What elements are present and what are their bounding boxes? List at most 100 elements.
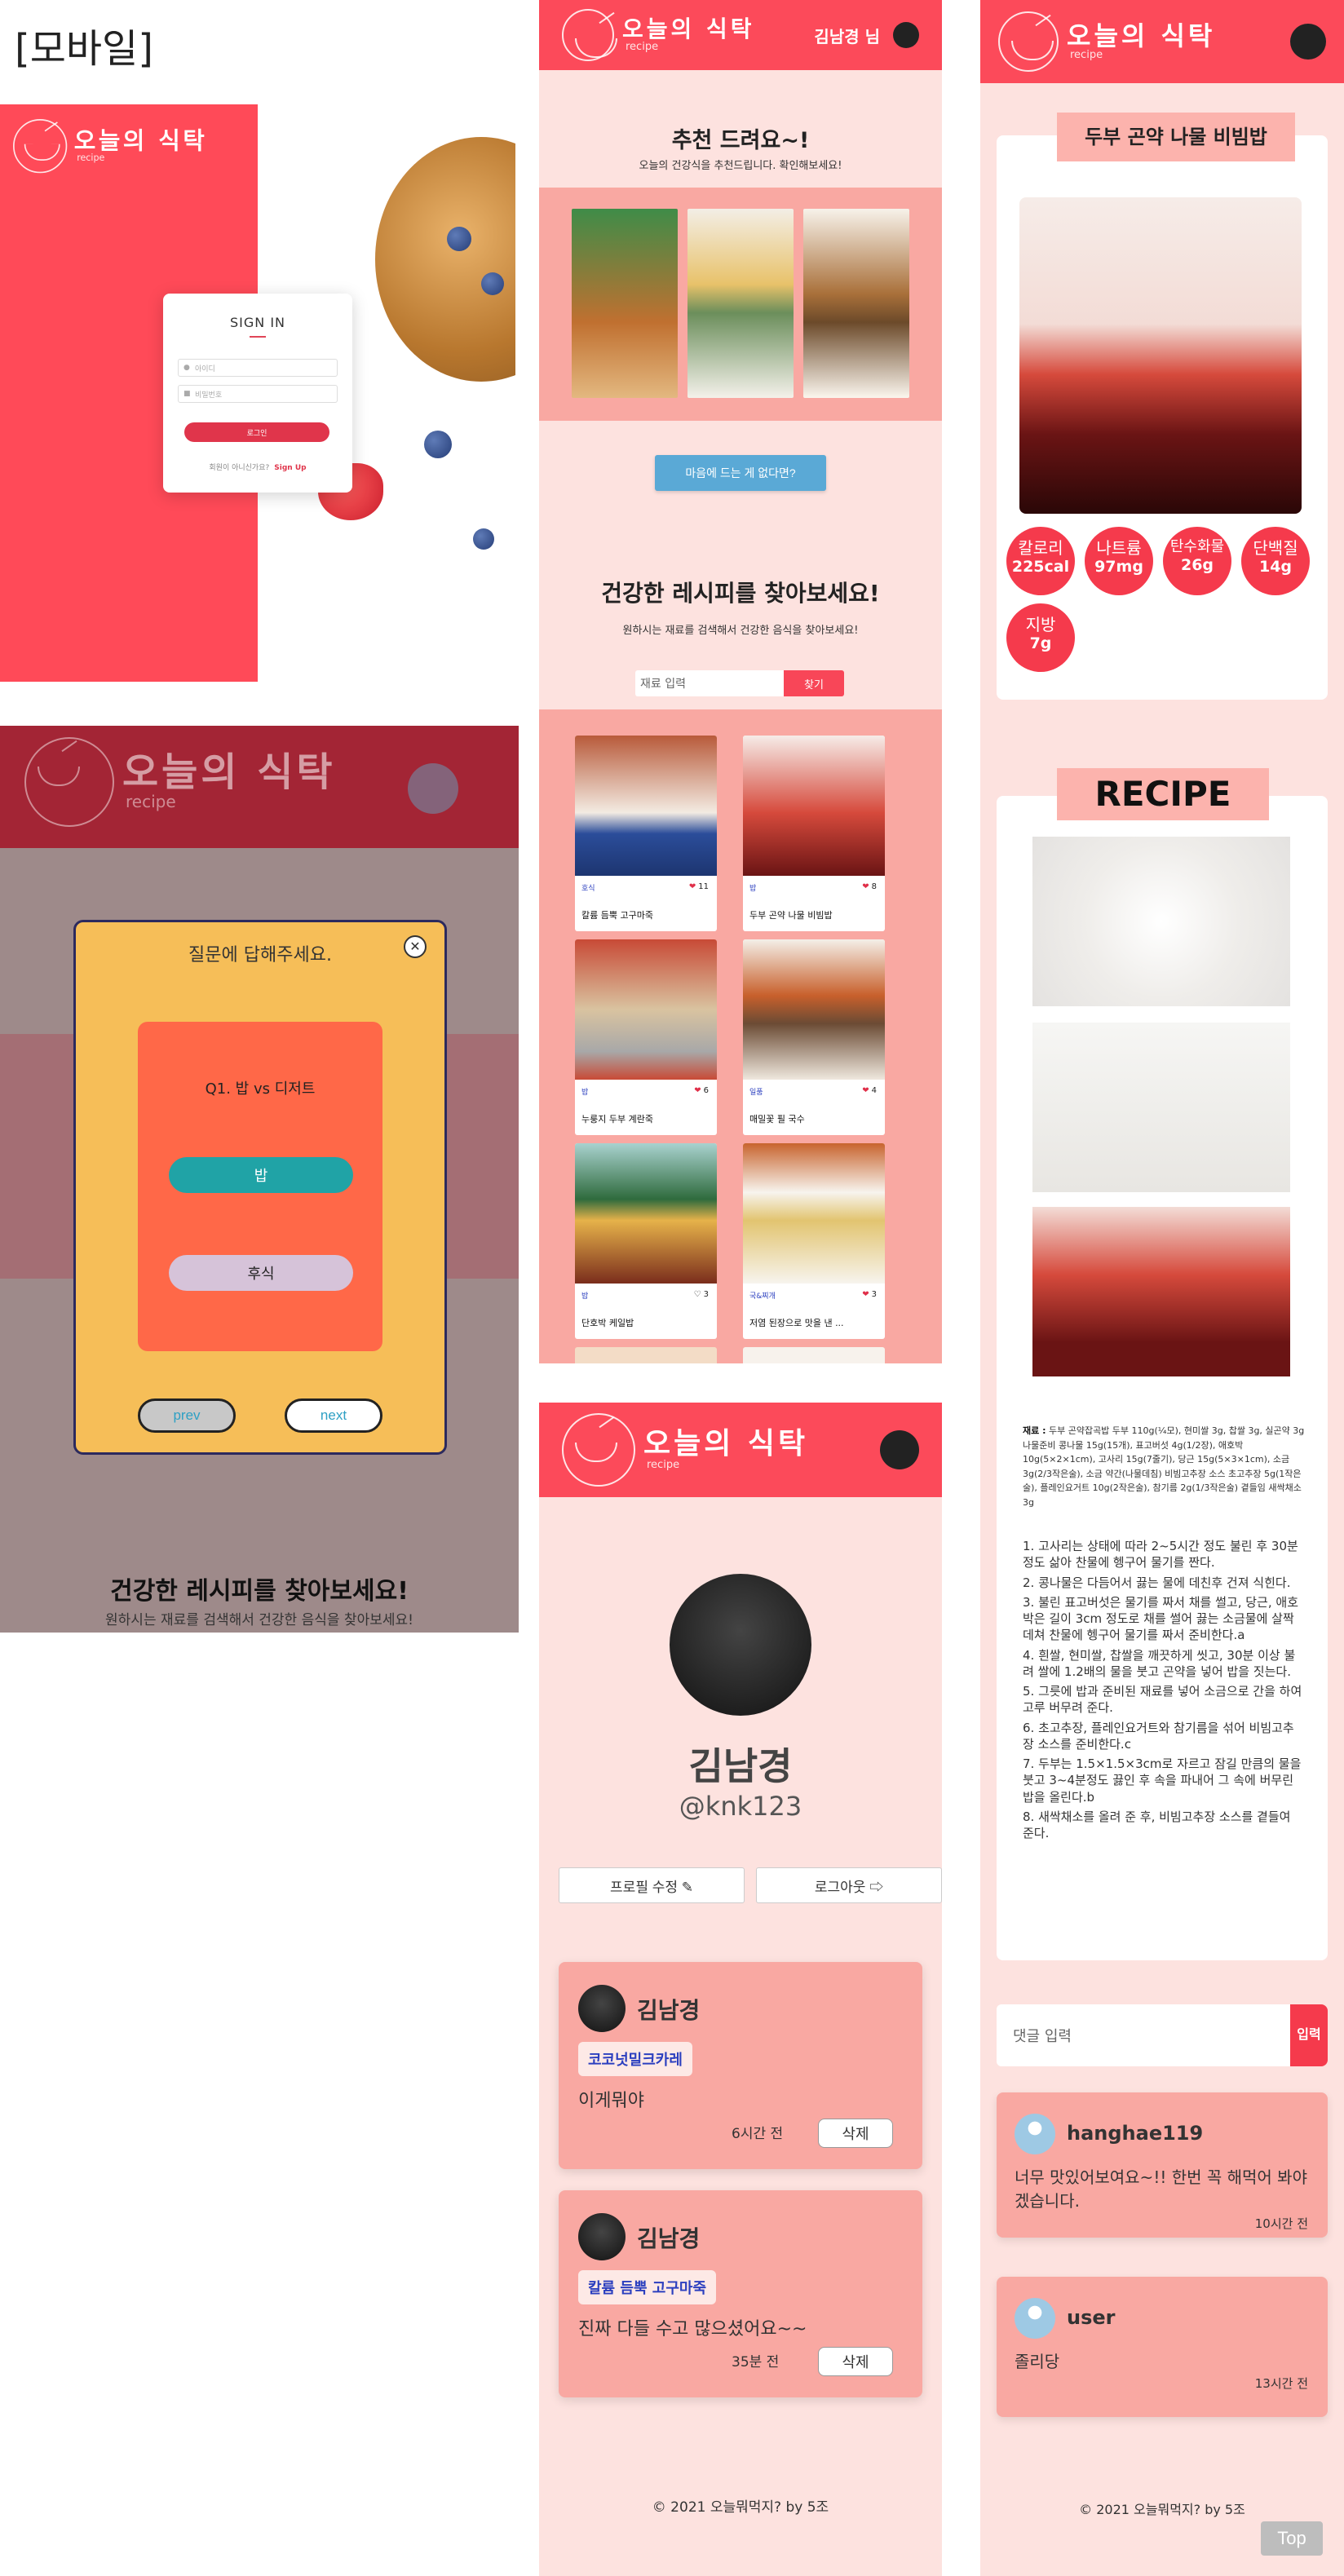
step-item: 3. 불린 표고버섯은 물기를 짜서 채를 썰고, 당근, 애호박은 길이 3c…	[1023, 1594, 1298, 1643]
brand-logo[interactable]: 오늘의 식탁 recipe	[998, 11, 1215, 72]
close-icon[interactable]: ✕	[404, 935, 427, 958]
section-label: [모바일]	[15, 26, 153, 72]
brand-sub: recipe	[626, 40, 659, 53]
recipe-tag[interactable]: 칼륨 듬뿍 고구마죽	[578, 2270, 717, 2304]
brand-logo[interactable]: 오늘의 식탁 recipe	[562, 1413, 808, 1487]
like-count[interactable]: ♡ 3	[694, 1290, 709, 1299]
comment-submit-button[interactable]: 입력	[1290, 2004, 1328, 2066]
reroll-button[interactable]: 마음에 드는 게 없다면?	[655, 455, 826, 491]
blueberry-image	[473, 528, 494, 550]
recipe-summary-card: 두부 곤약 나물 비빔밥 칼로리 225cal 나트륨 97mg 탄수화물 26g 단…	[997, 113, 1328, 700]
option-rice-button[interactable]: 밥	[169, 1157, 353, 1193]
heart-icon: ❤	[694, 1086, 701, 1095]
recipe-title: 두부 곤약 나물 비빔밥	[1057, 113, 1295, 161]
login-card: SIGN IN ● 아이디 ■ 비밀번호 로그인 회원이 아니신가요? Sign …	[163, 294, 352, 493]
like-count[interactable]: ❤ 3	[862, 1290, 877, 1299]
id-input[interactable]: ● 아이디	[178, 359, 338, 377]
next-button[interactable]: next	[285, 1398, 382, 1433]
user-menu[interactable]: 김남경 님	[814, 22, 919, 48]
ingredient-search-input[interactable]: 재료 입력	[635, 670, 784, 696]
question-text: Q1. 밥 vs 디저트	[205, 1080, 316, 1098]
recommend-carousel	[539, 188, 942, 421]
brand-sub: recipe	[647, 1458, 680, 1471]
comment-item: hanghae119 너무 맛있어보여요~!! 한번 꼭 해먹어 봐야겠습니다.…	[997, 2092, 1328, 2238]
comment-text: 너무 맛있어보여요~!! 한번 꼭 해먹어 봐야겠습니다.	[1015, 2167, 1307, 2211]
header: 오늘의 식탁 recipe 김남경 님	[539, 0, 942, 70]
brand-title: 오늘의 식탁	[643, 1426, 809, 1460]
signup-link[interactable]: Sign Up	[274, 464, 306, 472]
recipe-card[interactable]: 호식 ❤ 11 칼륨 듬뿍 고구마죽	[575, 736, 717, 931]
recipe-steps-card: RECIPE 재료 : 두부 곤약잡곡밥 두부 110g(¼모), 현미쌀 3g…	[997, 768, 1328, 1960]
logout-button[interactable]: 로그아웃 ⇨	[756, 1867, 942, 1903]
like-count[interactable]: ❤ 8	[862, 882, 877, 891]
like-count[interactable]: ❤ 11	[689, 882, 709, 891]
recipe-card[interactable]: 밥 ❤ 6 누룽지 두부 계란죽	[575, 939, 717, 1135]
recipe-image	[743, 939, 885, 1080]
like-count[interactable]: ❤ 6	[694, 1086, 709, 1095]
blueberry-image	[481, 272, 504, 295]
heart-outline-icon: ♡	[693, 1290, 701, 1299]
recipe-card[interactable]: 일품 ❤ 4 매밀꽃 필 국수	[743, 939, 885, 1135]
main-screen: 오늘의 식탁 recipe 김남경 님 추천 드려요~! 오늘의 건강식을 추천…	[539, 0, 942, 1363]
behind-heading: 건강한 레시피를 찾아보세요!	[110, 1577, 409, 1606]
recipe-name: 매밀꽃 필 국수	[749, 1114, 805, 1125]
recipe-category: 호식	[581, 885, 595, 893]
delete-button[interactable]: 삭제	[818, 2347, 893, 2376]
recipe-card[interactable]	[743, 1347, 885, 1363]
question-card: Q1. 밥 vs 디저트 밥 후식	[138, 1022, 382, 1351]
footer: © 2021 오늘뭐먹지? by 5조	[652, 2499, 829, 2516]
brand-logo[interactable]: 오늘의 식탁 recipe	[13, 119, 208, 174]
bowl-icon	[13, 119, 68, 174]
recipe-tag[interactable]: 코코넛밀크카레	[578, 2042, 692, 2076]
recipe-card[interactable]: 밥 ❤ 8 두부 곤약 나물 비빔밥	[743, 736, 885, 931]
steps-list: 1. 고사리는 상태에 따라 2~5시간 정도 불린 후 30분 정도 삶아 찬…	[1023, 1538, 1305, 1845]
recipe-image	[575, 736, 717, 876]
like-count[interactable]: ❤ 4	[862, 1086, 877, 1095]
brand-sub: recipe	[1070, 48, 1103, 61]
comment-author: 김남경	[637, 2225, 701, 2252]
step-item: 7. 두부는 1.5×1.5×3cm로 자르고 잠길 만큼의 물을 붓고 3~4…	[1023, 1756, 1302, 1805]
heart-icon: ❤	[862, 1290, 869, 1299]
prev-button[interactable]: prev	[138, 1398, 236, 1433]
brand-logo[interactable]: 오늘의 식탁 recipe	[562, 9, 755, 61]
step-item: 1. 고사리는 상태에 따라 2~5시간 정도 불린 후 30분 정도 삶아 찬…	[1023, 1539, 1298, 1571]
delete-button[interactable]: 삭제	[818, 2119, 893, 2148]
avatar[interactable]	[893, 22, 919, 48]
recommend-image[interactable]	[687, 209, 794, 398]
profile-avatar	[670, 1574, 811, 1716]
login-button[interactable]: 로그인	[184, 422, 329, 442]
recipe-card[interactable]: 국&찌개 ❤ 3 저염 된장으로 맛을 낸 ...	[743, 1143, 885, 1339]
option-dessert-button[interactable]: 후식	[169, 1255, 353, 1291]
recipe-image	[743, 736, 885, 876]
recommend-image[interactable]	[572, 209, 678, 398]
step-item: 5. 그릇에 밥과 준비된 재료를 넣어 소금으로 간을 하여 고루 버무려 준…	[1023, 1684, 1302, 1716]
search-button[interactable]: 찾기	[784, 670, 844, 696]
recommend-image[interactable]	[803, 209, 909, 398]
avatar[interactable]	[1290, 24, 1326, 60]
my-comment: 김남경 코코넛밀크카레 이게뭐야 6시간 전 삭제	[559, 1962, 922, 2169]
comment-input[interactable]: 댓글 입력	[997, 2004, 1290, 2066]
recipe-card[interactable]: 밥 ♡ 3 단호박 케일밥	[575, 1143, 717, 1339]
recipe-image	[743, 1143, 885, 1284]
recommend-title: 추천 드려요~!	[671, 128, 810, 153]
comment-time: 13시간 전	[1254, 2376, 1308, 2391]
scroll-top-button[interactable]: Top	[1261, 2521, 1323, 2556]
detail-screen: 오늘의 식탁 recipe 두부 곤약 나물 비빔밥 칼로리 225cal 나트륨…	[980, 0, 1344, 2576]
recipe-card[interactable]	[575, 1347, 717, 1363]
granola-bowl-image	[375, 137, 515, 382]
edit-profile-button[interactable]: 프로필 수정 ✎	[559, 1867, 745, 1903]
step-image	[1032, 1023, 1290, 1192]
recommend-subtitle: 오늘의 건강식을 추천드립니다. 확인해보세요!	[639, 160, 842, 172]
brand-title: 오늘의 식탁	[73, 126, 208, 155]
recipe-name: 누룽지 두부 계란죽	[581, 1114, 653, 1125]
recipe-grid: 호식 ❤ 11 칼륨 듬뿍 고구마죽 밥 ❤ 8 두부 곤약 나물 비빔밥 밥 ❤ 6…	[539, 709, 942, 1363]
password-input[interactable]: ■ 비밀번호	[178, 385, 338, 403]
step-item: 8. 새싹채소를 올려 준 후, 비빔고추장 소스를 곁들여 준다.	[1023, 1809, 1291, 1840]
avatar[interactable]	[880, 1430, 919, 1469]
recipe-image	[575, 1143, 717, 1284]
avatar	[1015, 2298, 1055, 2339]
comment-time: 6시간 전	[732, 2126, 784, 2142]
brand-logo: 오늘의 식탁 recipe	[24, 737, 336, 827]
quiz-title: 질문에 답해주세요.	[188, 945, 332, 965]
comment-text: 진짜 다들 수고 많으셨어요~~	[578, 2319, 807, 2340]
